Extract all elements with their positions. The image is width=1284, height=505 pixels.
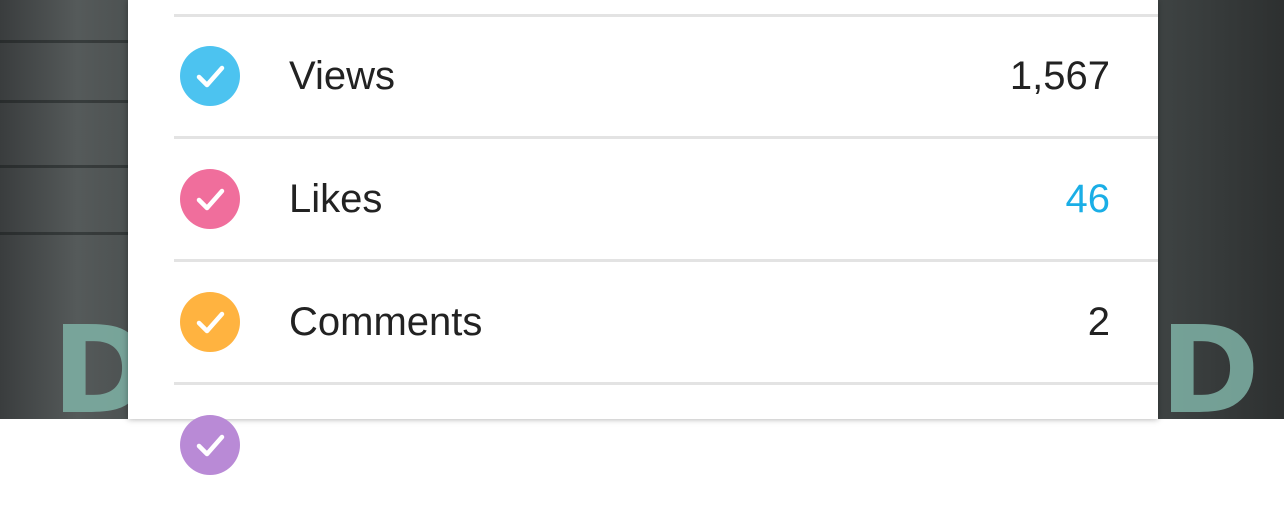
stat-row-likes[interactable]: Likes 46 xyxy=(128,139,1158,259)
check-circle-icon xyxy=(180,415,240,475)
stat-row-partial[interactable] xyxy=(128,385,1158,505)
check-circle-icon xyxy=(180,169,240,229)
stat-row-comments[interactable]: Comments 2 xyxy=(128,262,1158,382)
background-stripe xyxy=(0,165,130,168)
stats-card: Views 1,567 Likes 46 Comments 2 xyxy=(128,0,1158,475)
background-stripe xyxy=(0,40,130,43)
check-circle-icon xyxy=(180,46,240,106)
stat-value: 2 xyxy=(1087,300,1110,344)
background-stripe xyxy=(0,100,130,103)
stat-value: 1,567 xyxy=(1009,54,1110,98)
background-stripe xyxy=(0,232,130,235)
background-letter: D xyxy=(1160,302,1260,441)
stat-label: Likes xyxy=(289,177,383,221)
stat-value: 46 xyxy=(1065,177,1111,221)
stat-row-views[interactable]: Views 1,567 xyxy=(128,16,1158,136)
check-circle-icon xyxy=(180,292,240,352)
stat-label: Comments xyxy=(289,300,483,344)
stat-label: Views xyxy=(289,54,395,98)
